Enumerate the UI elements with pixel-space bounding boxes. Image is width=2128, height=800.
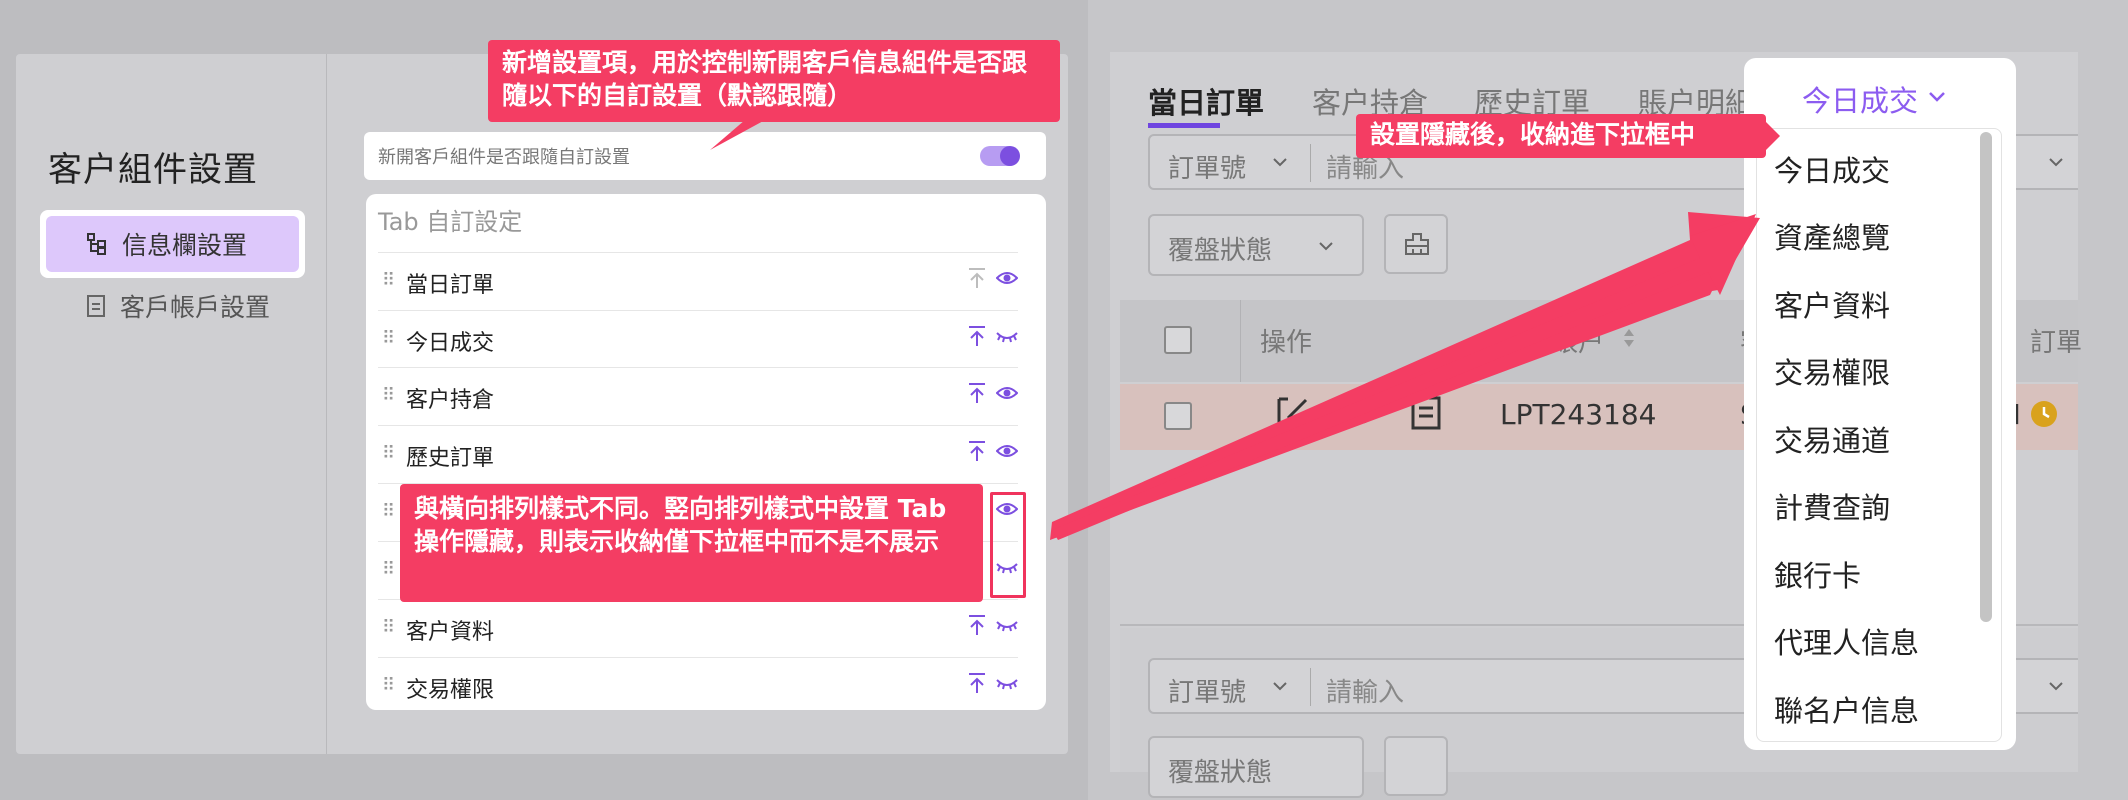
- annotation-arrows: [710, 120, 1780, 540]
- annotation-follow-setting: 新增設置項，用於控制新開客戶信息組件是否跟隨以下的自訂設置（默認跟隨）: [488, 40, 1060, 122]
- callout-pointer: [1766, 122, 1780, 150]
- annotation-dropdown: 設置隱藏後，收納進下拉框中: [1356, 114, 1766, 158]
- callout-pointer: [710, 120, 765, 150]
- annotation-vertical-layout: 與橫向排列樣式不同。竪向排列樣式中設置 Tab 操作隱藏，則表示收納僅下拉框中而…: [400, 484, 983, 602]
